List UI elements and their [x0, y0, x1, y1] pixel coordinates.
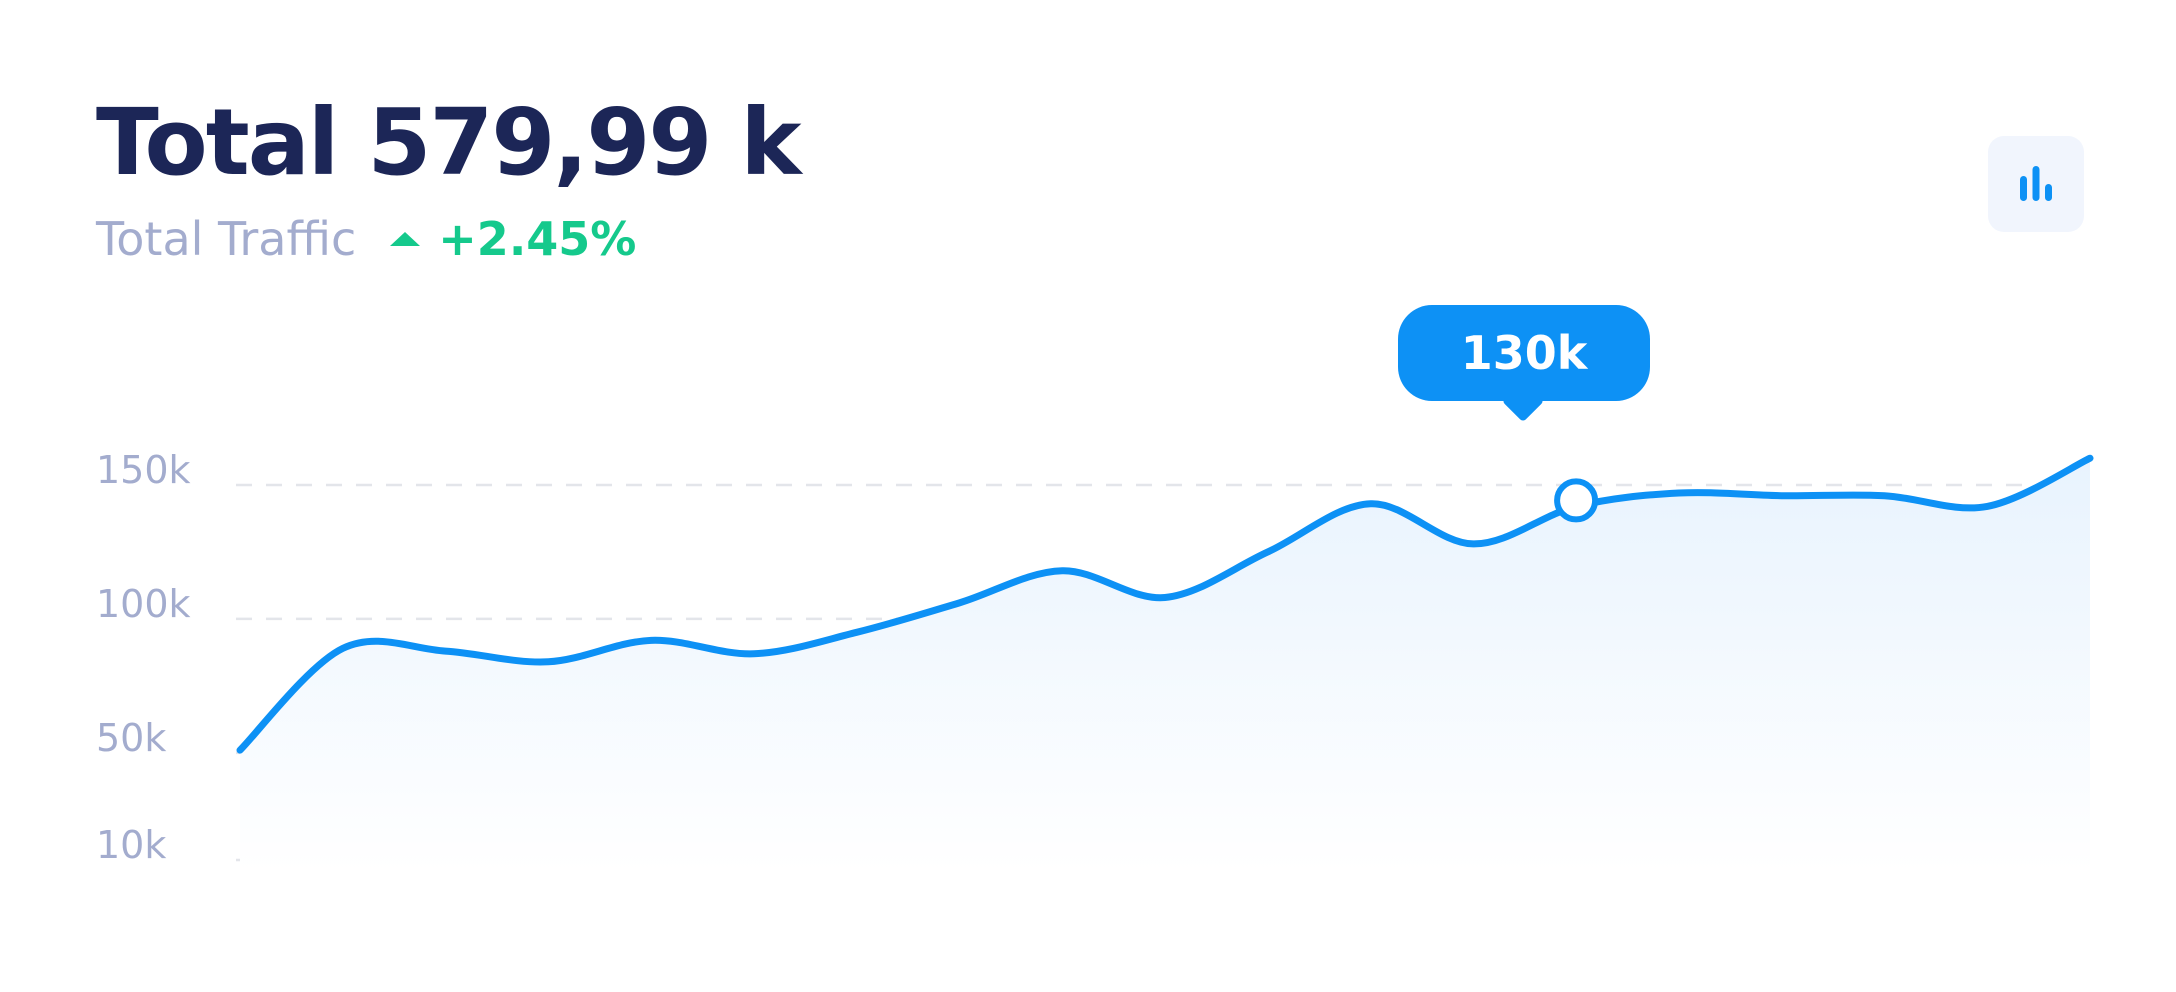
series-area [240, 458, 2090, 872]
value-tooltip: 130k [1398, 305, 1650, 401]
y-tick-label: 10k [96, 823, 166, 867]
y-tick-label: 100k [96, 582, 191, 626]
y-tick-label: 150k [96, 448, 191, 492]
highlight-point[interactable] [1554, 478, 1599, 523]
traffic-chart: 150k 100k 50k 10k [96, 448, 2094, 872]
traffic-card: Total 579,99 k Total Traffic +2.45% 150k… [0, 0, 2176, 992]
y-tick-label: 50k [96, 716, 166, 760]
